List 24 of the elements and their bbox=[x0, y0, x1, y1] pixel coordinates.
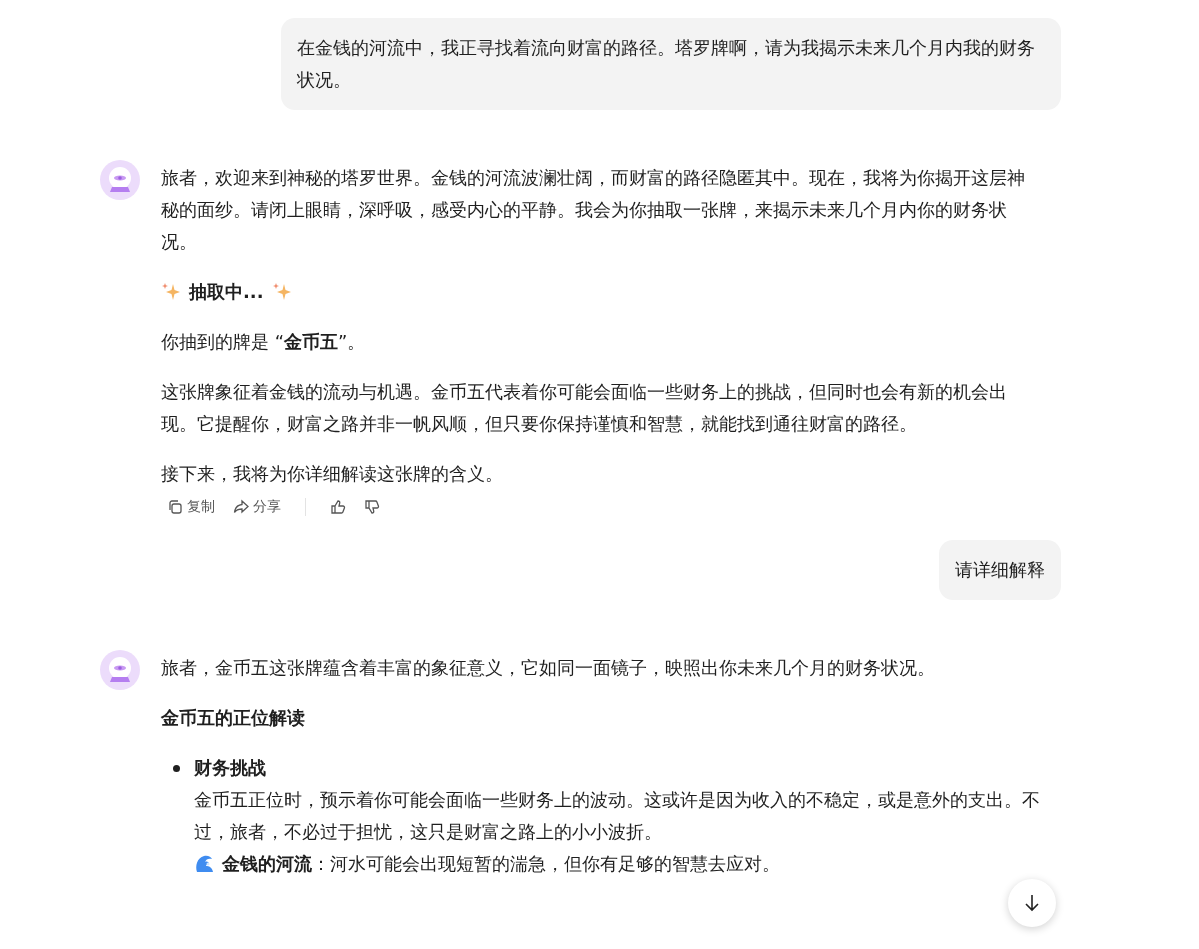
message-text: 这张牌象征着金钱的流动与机遇。金币五代表着你可能会面临一些财务上的挑战，但同时也会有新的机会出现。它提醒你，财富之路并非一帆风顺，但只要你保持谨慎和智慧，就能找到通往财富的路径。 bbox=[161, 380, 1008, 436]
message-text: 接下来，我将为你详细解读这张牌的含义。 bbox=[161, 462, 504, 486]
thumbs-down-icon bbox=[364, 499, 380, 515]
thumbs-up-icon bbox=[330, 499, 346, 515]
wave-icon bbox=[194, 854, 214, 874]
copy-icon bbox=[167, 499, 183, 515]
copy-button[interactable]: 复制 bbox=[161, 494, 221, 520]
bullet-note: 金钱的河流：河水可能会出现短暂的湍急，但你有足够的智慧去应对。 bbox=[222, 852, 780, 876]
share-button[interactable]: 分享 bbox=[227, 494, 287, 520]
bullet-text: 金币五正位时，预示着你可能会面临一些财务上的波动。这或许是因为收入的不稳定，或是意外的支出。不过，旅者，不必过于担忧，这只是财富之路上的小小波折。 bbox=[194, 788, 1041, 844]
user-message: 请详细解释 bbox=[939, 540, 1061, 600]
down-arrow-icon bbox=[1022, 893, 1042, 913]
message-text: 旅者，金币五这张牌蕴含着丰富的象征意义，它如同一面镜子，映照出你未来几个月的财务状况。 bbox=[161, 656, 936, 680]
scroll-down-button[interactable] bbox=[1008, 879, 1056, 927]
bullet-dot bbox=[173, 765, 180, 772]
section-heading: 金币五的正位解读 bbox=[161, 706, 306, 730]
message-text: 旅者，欢迎来到神秘的塔罗世界。金钱的河流波澜壮阔，而财富的路径隐匿其中。现在，我将为你揭开这层神秘的面纱。请闭上眼睛，深呼吸，感受内心的平静。我会为你抽取一张牌，来揭示未来几个月内你的财务状况。 bbox=[161, 166, 1026, 254]
crystal-ball-avatar bbox=[100, 160, 140, 200]
crystal-ball-avatar bbox=[100, 650, 140, 690]
drawing-status: 抽取中... bbox=[189, 280, 264, 304]
share-icon bbox=[233, 499, 249, 515]
message-text: 你抽到的牌是 “金币五”。 bbox=[161, 330, 367, 354]
bullet-title: 财务挑战 bbox=[194, 756, 267, 780]
user-message: 在金钱的河流中，我正寻找着流向财富的路径。塔罗牌啊，请为我揭示未来几个月内我的财务状况。 bbox=[281, 18, 1061, 110]
